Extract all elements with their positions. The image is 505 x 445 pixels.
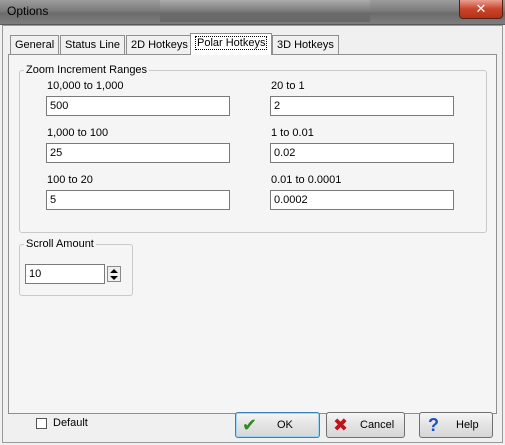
zoom-label-10000-1000: 10,000 to 1,000 (47, 80, 124, 92)
tab-3d-hotkeys[interactable]: 3D Hotkeys (272, 35, 339, 54)
zoom-label-1000-100: 1,000 to 100 (47, 127, 109, 139)
tab-polar-hotkeys[interactable]: Polar Hotkeys (190, 33, 273, 55)
zoom-increment-group: Zoom Increment Ranges 10,000 to 1,000 50… (19, 64, 487, 233)
zoom-label-1-0.01: 1 to 0.01 (271, 127, 314, 139)
tab-status-line[interactable]: Status Line (60, 35, 126, 54)
title-bar-watermark (160, 0, 370, 22)
zoom-label-0.01-0.0001: 0.01 to 0.0001 (271, 174, 342, 186)
zoom-label-100-20: 100 to 20 (47, 174, 93, 186)
zoom-label-20-1: 20 to 1 (271, 80, 305, 92)
default-label: Default (53, 417, 88, 429)
scroll-amount-spinner[interactable] (107, 266, 121, 282)
help-button[interactable]: ? Help (419, 412, 493, 438)
zoom-field-10000-1000[interactable]: 500 (46, 96, 230, 116)
check-icon: ✔ (242, 415, 258, 435)
tab-general[interactable]: General (10, 35, 60, 54)
window-title: Options (7, 4, 49, 18)
tab-2d-hotkeys[interactable]: 2D Hotkeys (126, 35, 193, 54)
title-bar: Options ✕ (0, 0, 505, 25)
question-icon: ? (428, 415, 439, 435)
tab-panel: Zoom Increment Ranges 10,000 to 1,000 50… (8, 54, 497, 414)
spin-up-icon[interactable] (110, 269, 118, 273)
scroll-group-legend: Scroll Amount (24, 238, 96, 250)
zoom-field-0.01-0.0001[interactable]: 0.0002 (270, 190, 454, 210)
scroll-amount-input[interactable]: 10 (25, 264, 105, 284)
cancel-button[interactable]: ✖ Cancel (326, 412, 405, 438)
zoom-field-1000-100[interactable]: 25 (46, 143, 230, 163)
ok-button[interactable]: ✔ OK (235, 412, 320, 438)
zoom-field-100-20[interactable]: 5 (46, 190, 230, 210)
zoom-field-20-1[interactable]: 2 (270, 96, 454, 116)
default-checkbox[interactable] (36, 418, 47, 429)
zoom-field-1-0.01[interactable]: 0.02 (270, 143, 454, 163)
zoom-group-legend: Zoom Increment Ranges (24, 64, 150, 76)
scroll-amount-group: Scroll Amount 10 (19, 238, 133, 296)
x-icon: ✖ (333, 415, 349, 435)
spin-down-icon[interactable] (110, 276, 118, 280)
options-dialog: General Status Line 2D Hotkeys Polar Hot… (2, 25, 503, 443)
close-icon: ✕ (475, 1, 487, 16)
close-button[interactable]: ✕ (459, 0, 503, 19)
